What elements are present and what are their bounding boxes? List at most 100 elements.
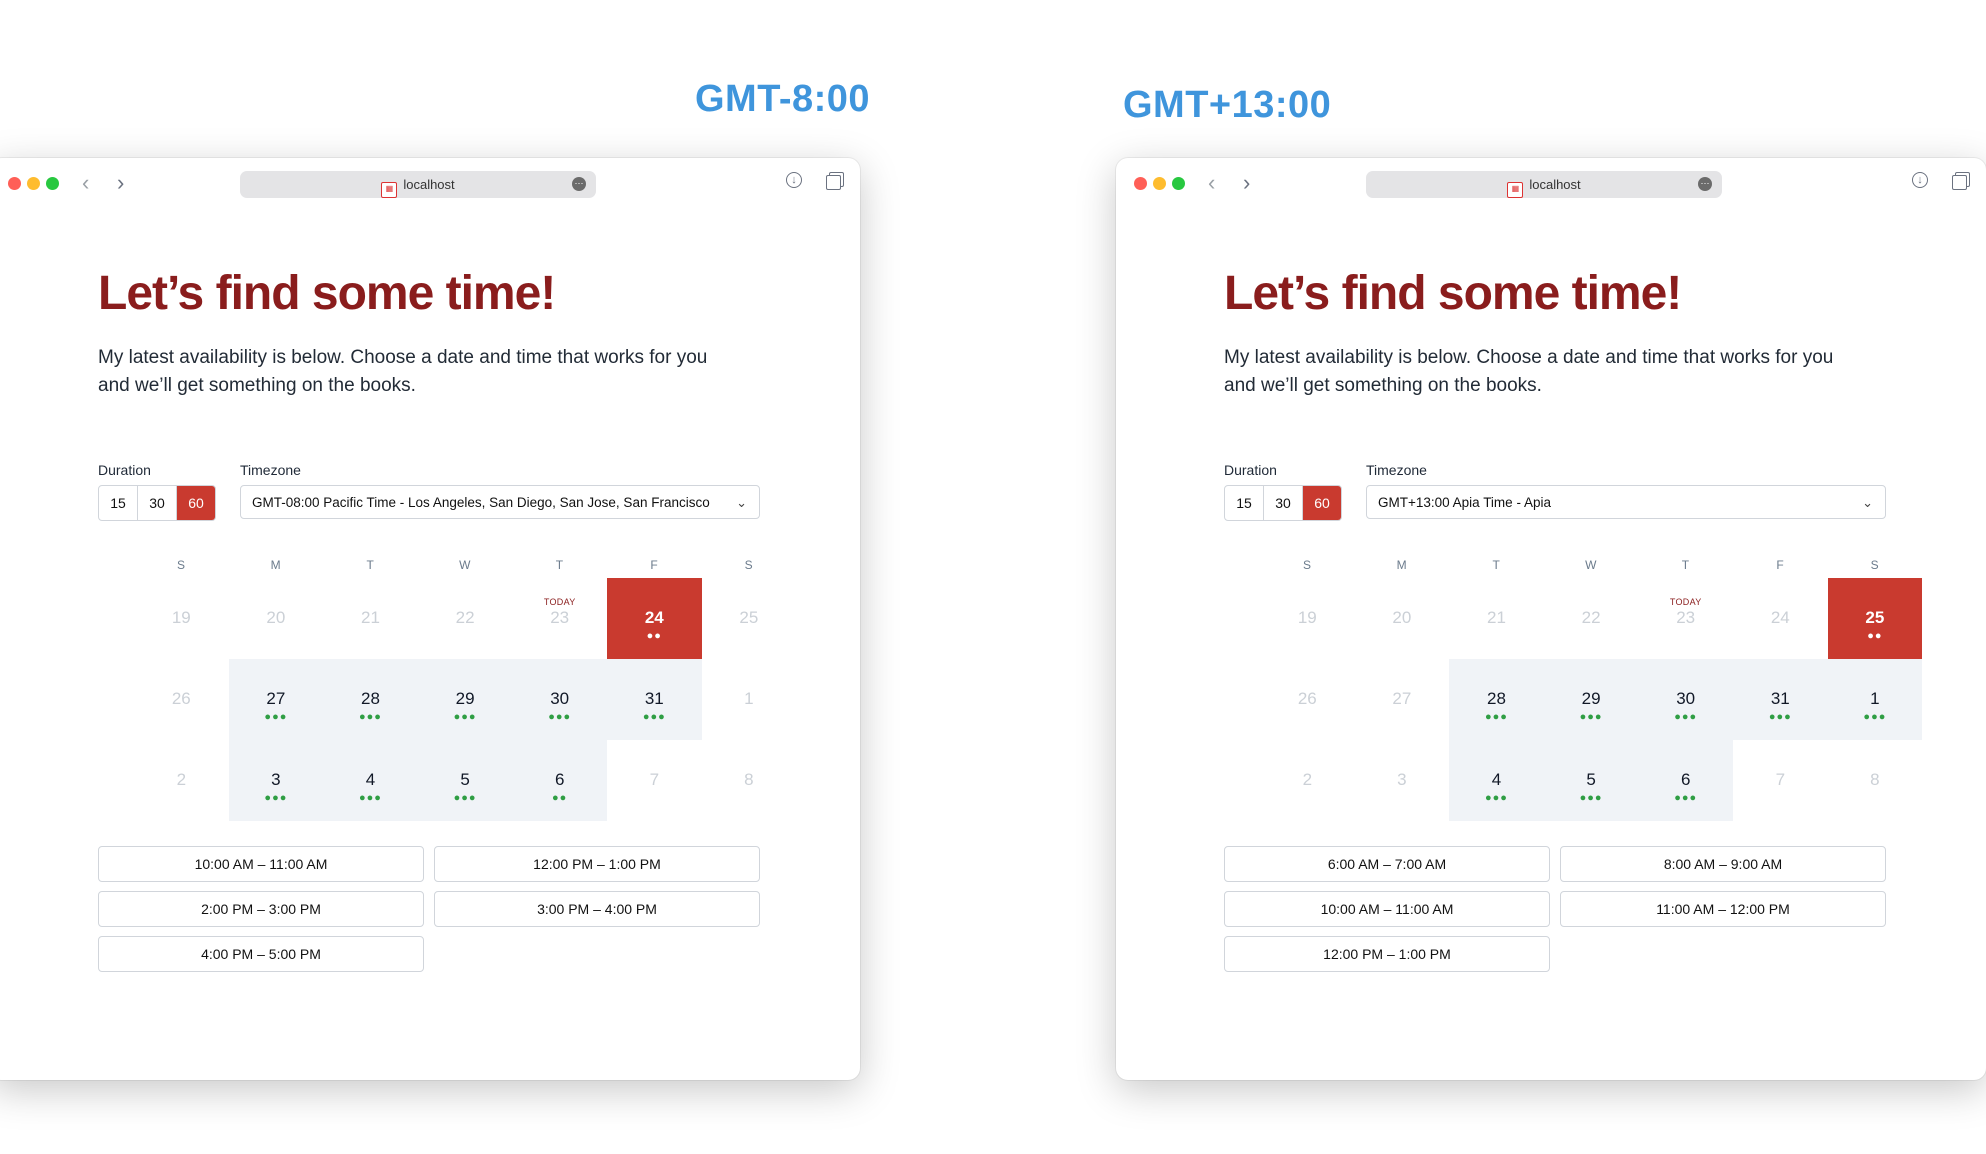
tabs-overview-icon[interactable]	[826, 175, 841, 190]
today-badge: TODAY	[1669, 597, 1702, 607]
duration-label: Duration	[98, 462, 151, 478]
calendar-day-number: 1	[1870, 689, 1880, 708]
back-icon[interactable]: ‹	[1208, 170, 1215, 196]
duration-option-60[interactable]: 60	[1303, 486, 1341, 520]
duration-option-30[interactable]: 30	[1264, 486, 1303, 520]
calendar-day-number: 28	[1487, 689, 1506, 708]
calendar-day[interactable]: 31 ●●●	[1733, 659, 1828, 740]
calendar-day-number: 7	[1775, 770, 1786, 789]
weekday-label: S	[744, 558, 753, 572]
address-bar[interactable]: ▦ localhost ⋯	[1366, 171, 1722, 198]
browser-window-right: ‹ › ▦ localhost ⋯ ↓ Let’s find some time! My la…	[1116, 158, 1986, 1080]
back-icon[interactable]: ‹	[82, 170, 89, 196]
forward-icon[interactable]: ›	[1243, 170, 1250, 196]
close-window-button[interactable]	[1134, 177, 1147, 190]
calendar-day-number: 2	[176, 770, 187, 789]
time-slot-button[interactable]: 4:00 PM – 5:00 PM	[98, 936, 424, 972]
timezone-select[interactable]: GMT-08:00 Pacific Time - Los Angeles, Sa…	[240, 485, 760, 519]
more-icon[interactable]: ⋯	[1698, 177, 1712, 191]
availability-dots: ●●●	[264, 792, 288, 804]
availability-dots: ●●●	[453, 792, 477, 804]
availability-dots: ●●●	[453, 711, 477, 723]
minimize-window-button[interactable]	[27, 177, 40, 190]
address-bar[interactable]: ▦ localhost ⋯	[240, 171, 596, 198]
calendar-day-number: 30	[550, 689, 570, 708]
time-slot-button[interactable]: 11:00 AM – 12:00 PM	[1560, 891, 1886, 927]
calendar-day[interactable]: 3 ●●●	[228, 740, 324, 821]
calendar-day-number: 6	[554, 770, 565, 789]
calendar-day[interactable]: 4 ●●●	[1449, 740, 1544, 821]
calendar-day[interactable]: 5 ●●●	[1543, 740, 1639, 821]
time-slot-button[interactable]: 12:00 PM – 1:00 PM	[1224, 936, 1550, 972]
more-icon[interactable]: ⋯	[572, 177, 586, 191]
calendar-day[interactable]: 31 ●●●	[607, 659, 702, 740]
calendar-day-number: 24	[1770, 608, 1790, 627]
calendar-day-number: 27	[1392, 689, 1412, 708]
duration-option-15[interactable]: 15	[99, 486, 138, 520]
calendar-day-number: 6	[1680, 770, 1691, 789]
zoom-window-button[interactable]	[46, 177, 59, 190]
zoom-window-button[interactable]	[1172, 177, 1185, 190]
calendar-day-number: 29	[455, 689, 475, 708]
calendar-day-number: 22	[1581, 608, 1601, 627]
calendar-day[interactable]: 28 ●●●	[323, 659, 418, 740]
time-slot-button[interactable]: 2:00 PM – 3:00 PM	[98, 891, 424, 927]
chevron-down-icon: ⌄	[1862, 495, 1873, 510]
time-slot-button[interactable]: 8:00 AM – 9:00 AM	[1560, 846, 1886, 882]
timezone-select[interactable]: GMT+13:00 Apia Time - Apia ⌄	[1366, 485, 1886, 519]
minimize-window-button[interactable]	[1153, 177, 1166, 190]
weekday-label: T	[555, 558, 564, 572]
calendar-day: 21	[323, 578, 418, 659]
calendar-day[interactable]: 29 ●●●	[1543, 659, 1639, 740]
availability-dots: ●●●	[548, 711, 572, 723]
time-slot-button[interactable]: 6:00 AM – 7:00 AM	[1224, 846, 1550, 882]
calendar-day-number: 3	[271, 770, 281, 789]
download-icon[interactable]: ↓	[786, 172, 802, 188]
calendar-day: 19	[134, 578, 229, 659]
calendar-day: 2	[1260, 740, 1355, 821]
intro-text: My latest availability is below. Choose …	[1224, 347, 1834, 396]
calendar-day: 7	[1733, 740, 1828, 821]
calendar-day-number: 23	[550, 608, 570, 627]
time-slot-button[interactable]: 3:00 PM – 4:00 PM	[434, 891, 760, 927]
calendar-day-number: 19	[1297, 608, 1317, 627]
calendar-day: 8	[1828, 740, 1923, 821]
calendar-day[interactable]: 29 ●●●	[417, 659, 513, 740]
tabs-overview-icon[interactable]	[1952, 175, 1967, 190]
forward-icon[interactable]: ›	[117, 170, 124, 196]
weekday-label: S	[1870, 558, 1879, 572]
timezone-select-value: GMT+13:00 Apia Time - Apia	[1378, 495, 1551, 510]
today-badge: TODAY	[543, 597, 576, 607]
duration-option-15[interactable]: 15	[1225, 486, 1264, 520]
time-slot-button[interactable]: 10:00 AM – 11:00 AM	[1224, 891, 1550, 927]
duration-option-60[interactable]: 60	[177, 486, 215, 520]
close-window-button[interactable]	[8, 177, 21, 190]
duration-option-30[interactable]: 30	[138, 486, 177, 520]
calendar-day-number: 27	[266, 689, 286, 708]
duration-toggle: 15 30 60	[1224, 485, 1342, 521]
calendar-day[interactable]: 25 ●●	[1827, 578, 1923, 659]
calendar-day-number: 5	[1586, 770, 1596, 789]
calendar-day: 24	[1733, 578, 1828, 659]
calendar-day: 7	[607, 740, 702, 821]
download-icon[interactable]: ↓	[1912, 172, 1928, 188]
calendar-day[interactable]: 1 ●●●	[1827, 659, 1923, 740]
calendar-day: 22	[418, 578, 513, 659]
time-slot-button[interactable]: 12:00 PM – 1:00 PM	[434, 846, 760, 882]
calendar-day-number: 5	[460, 770, 470, 789]
calendar-day[interactable]: 30 ●●●	[512, 659, 607, 740]
calendar-day[interactable]: 5 ●●●	[417, 740, 513, 821]
duration-toggle: 15 30 60	[98, 485, 216, 521]
calendar-day[interactable]: 27 ●●●	[228, 659, 324, 740]
calendar-day-number: 4	[365, 770, 376, 789]
time-slot-button[interactable]: 10:00 AM – 11:00 AM	[98, 846, 424, 882]
calendar-day[interactable]: 6 ●●●	[1638, 740, 1733, 821]
calendar-day[interactable]: 30 ●●●	[1638, 659, 1733, 740]
calendar-day-number: 4	[1491, 770, 1502, 789]
calendar-day[interactable]: 6 ●●	[512, 740, 607, 821]
calendar-day[interactable]: 4 ●●●	[323, 740, 418, 821]
timezone-select-value: GMT-08:00 Pacific Time - Los Angeles, Sa…	[252, 495, 710, 510]
calendar-day[interactable]: 24 ●●	[607, 578, 702, 659]
timezone-label: Timezone	[240, 462, 301, 478]
calendar-day[interactable]: 28 ●●●	[1449, 659, 1544, 740]
